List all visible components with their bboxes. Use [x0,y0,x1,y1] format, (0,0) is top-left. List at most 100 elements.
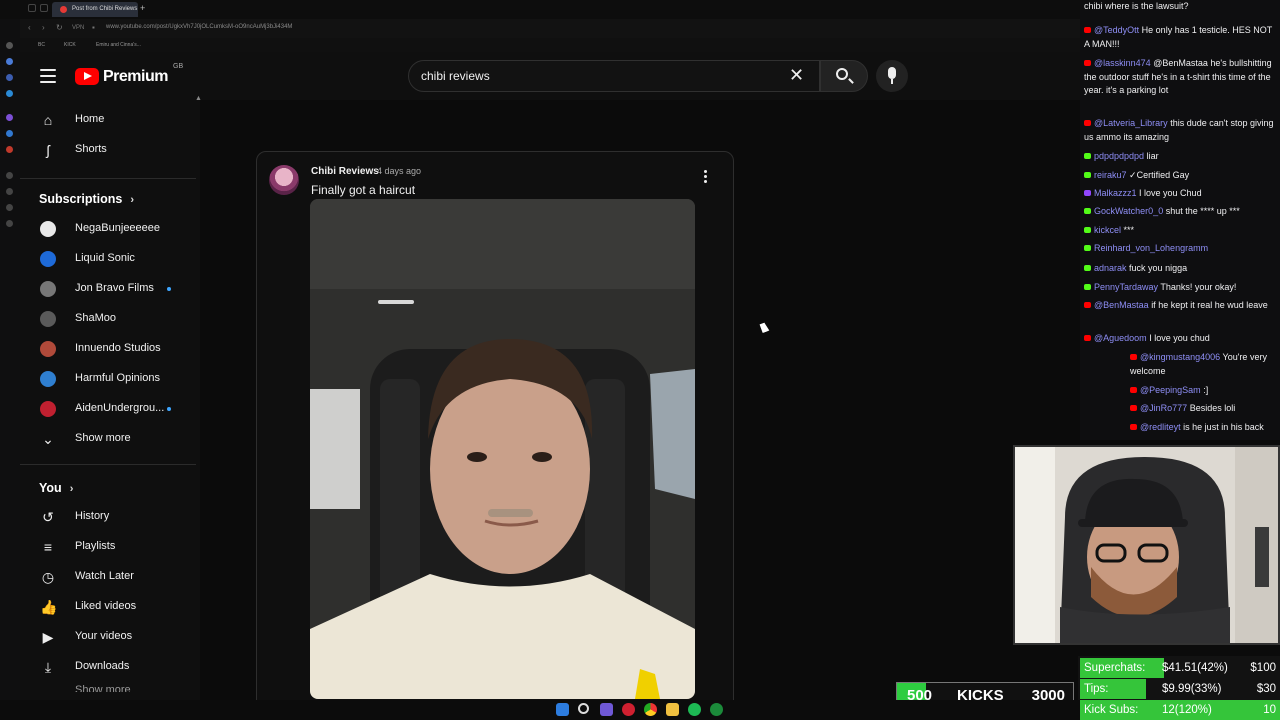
divider [20,178,196,179]
chevron-right-icon: › [69,483,74,495]
chat-username[interactable]: @lasskinn474 [1094,58,1151,68]
channel-avatar [40,311,56,327]
chat-username[interactable]: reiraku7 [1094,170,1127,180]
guide-item-your-videos[interactable]: ▶ Your videos [20,622,196,652]
sidebar-app-icon[interactable] [6,146,13,153]
tab-active[interactable]: Post from Chibi Reviews [52,2,138,17]
bookmark-item[interactable]: KICK [64,42,76,48]
spotify-icon[interactable] [688,703,701,716]
chrome-icon[interactable] [644,703,657,716]
subscription-item[interactable]: AidenUndergrou... [20,394,196,424]
chat-username[interactable]: @Latveria_Library [1094,118,1168,128]
chat-username[interactable]: PennyTardaway [1094,282,1158,292]
subscription-item[interactable]: Jon Bravo Films [20,274,196,304]
watch-later-icon: ◷ [41,569,55,585]
subscription-item[interactable]: Harmful Opinions [20,364,196,394]
vpn-badge-icon[interactable]: VPN [72,25,84,31]
chat-username[interactable]: @TeddyOtt [1094,25,1139,35]
guide-item-shorts[interactable]: ʃ Shorts [20,135,196,165]
subscription-item[interactable]: Innuendo Studios [20,334,196,364]
chat-reply: @redliteyt is he just in his back [1130,421,1280,435]
windows-icon[interactable] [556,703,569,716]
sidebar-app-icon[interactable] [6,42,13,49]
subscription-item[interactable]: NegaBunjeeeeee [20,214,196,244]
xbox-icon[interactable] [710,703,723,716]
guide-item-watch-later[interactable]: ◷ Watch Later [20,562,196,592]
you-heading[interactable]: You › [39,481,73,495]
chat-username[interactable]: @redliteyt [1140,422,1181,432]
forward-icon[interactable]: › [42,23,45,32]
sidebar-app-icon[interactable] [6,114,13,121]
chat-username[interactable]: @BenMastaa [1094,300,1149,310]
chat-username[interactable]: @JinRo777 [1140,403,1187,413]
sidebar-app-icon[interactable] [6,188,13,195]
guide-item-downloads[interactable]: ⤓ Downloads [20,652,196,682]
goal-target: 10 [1263,704,1276,716]
sidebar-app-icon[interactable] [6,74,13,81]
guide-item-history[interactable]: ↺ History [20,502,196,532]
subscription-item[interactable]: ShaMoo [20,304,196,334]
subscription-label: NegaBunjeeeeee [75,222,161,234]
guide-item-liked-videos[interactable]: 👍 Liked videos [20,592,196,622]
menu-icon[interactable] [40,69,56,83]
teams-icon[interactable] [600,703,613,716]
bookmarks-bar: BC KICK Emiru and Cinna's... [20,38,1080,52]
chat-message: @Latveria_Library this dude can't stop g… [1084,117,1278,144]
bookmark-item[interactable]: BC [38,42,45,48]
guide-item-playlists[interactable]: ≡ Playlists [20,532,196,562]
window-menu-icon[interactable] [28,4,36,12]
voice-search-button[interactable] [876,60,908,92]
chat-username[interactable]: kickcel [1094,225,1121,235]
files-icon[interactable] [666,703,679,716]
reload-icon[interactable]: ↻ [56,23,63,32]
search-input[interactable]: chibi reviews ✕ [408,60,820,92]
url-field[interactable]: www.youtube.com/post/UgkxVh7J0jOLCumksM-… [106,24,292,30]
streamer-webcam [1013,445,1280,645]
sidebar-app-icon[interactable] [6,204,13,211]
guide-item-home[interactable]: ⌂ Home [20,105,196,135]
sidebar-app-icon[interactable] [6,58,13,65]
chat-username[interactable]: @PeepingSam [1140,385,1201,395]
opera-icon[interactable] [622,703,635,716]
youtube-platform-icon [1084,335,1091,341]
mic-icon [888,67,896,79]
post-author[interactable]: Chibi Reviews [311,166,379,177]
scroll-up-icon[interactable]: ▲ [195,95,202,102]
chat-username[interactable]: GockWatcher0_0 [1094,206,1163,216]
show-more-you-button[interactable]: Show more [20,682,196,692]
chat-text: *** [1123,225,1135,235]
sidebar-app-icon[interactable] [6,90,13,97]
chat-text: is he just in his back [1183,422,1264,432]
chat-username[interactable]: Malkazzz1 [1094,188,1137,198]
chat-text: chibi where is the lawsuit? [1084,1,1189,11]
chat-username[interactable]: @kingmustang4006 [1140,352,1220,362]
post-time[interactable]: 4 days ago [377,166,421,176]
chat-username[interactable]: pdpdpdpdpd [1094,151,1144,161]
chat-username[interactable]: @Aguedoom [1094,333,1147,343]
search-button[interactable] [820,60,868,92]
subscription-label: AidenUndergrou... [75,402,165,414]
sidebar-app-icon[interactable] [6,130,13,137]
browser-sidebar [0,0,20,700]
subscription-label: Innuendo Studios [75,342,161,354]
sidebar-app-icon[interactable] [6,172,13,179]
chat-username[interactable]: adnarak [1094,263,1127,273]
more-actions-icon[interactable] [700,170,710,186]
post-image[interactable] [310,199,695,699]
show-more-button[interactable]: ⌄ Show more [20,424,196,454]
subscription-item[interactable]: Liquid Sonic [20,244,196,274]
goal-target: $30 [1256,683,1276,695]
youtube-premium-logo[interactable]: Premium GB [75,63,185,89]
channel-avatar[interactable] [269,165,299,195]
clear-icon[interactable]: ✕ [789,65,804,86]
search-icon[interactable] [578,703,589,714]
sidebar-app-icon[interactable] [6,220,13,227]
chat-username[interactable]: Reinhard_von_Lohengramm [1094,243,1208,253]
bookmark-item[interactable]: Emiru and Cinna's... [96,42,141,48]
new-tab-icon[interactable]: + [140,3,145,13]
back-icon[interactable]: ‹ [28,23,31,32]
subscriptions-heading[interactable]: Subscriptions › [39,192,134,206]
goal-value: 12(120%) [1162,704,1212,716]
tabs-overview-icon[interactable] [40,4,48,12]
kick-platform-icon [1084,284,1091,290]
